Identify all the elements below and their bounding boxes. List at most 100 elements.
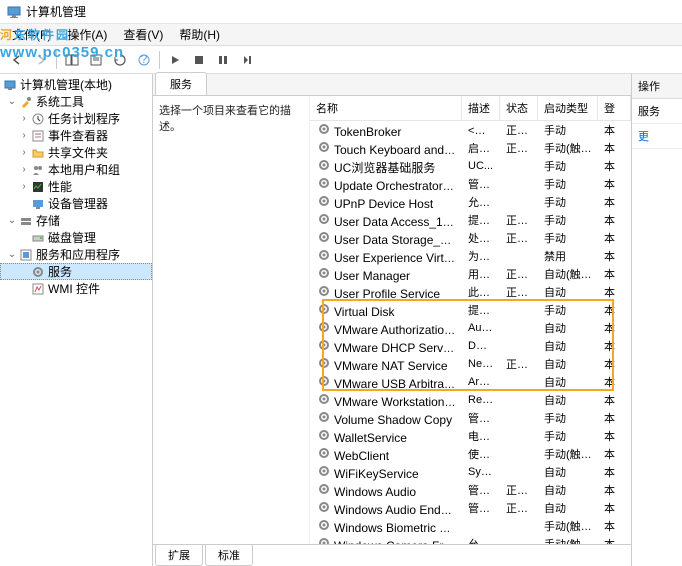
gear-icon [316, 319, 332, 335]
collapse-icon[interactable]: ⌄ [6, 215, 18, 226]
tab-services[interactable]: 服务 [155, 72, 207, 95]
tree-sharedfolders[interactable]: › 共享文件夹 [0, 144, 152, 161]
service-logon: 本 [598, 481, 631, 499]
restart-button[interactable] [236, 49, 258, 71]
tree-localusers[interactable]: › 本地用户和组 [0, 161, 152, 178]
tree-label: 设备管理器 [48, 195, 108, 212]
app-icon [6, 4, 22, 20]
service-row[interactable]: Windows Camera Frame ...允许...手动(触发...本 [310, 535, 631, 544]
service-row[interactable]: VMware NAT ServiceNet...正在...自动本 [310, 355, 631, 373]
service-row[interactable]: User Manager用户...正在...自动(触发...本 [310, 265, 631, 283]
tree-scheduler[interactable]: › 任务计划程序 [0, 110, 152, 127]
service-desc: 允许... [462, 193, 500, 211]
service-row[interactable]: VMware DHCP ServiceDHC...自动本 [310, 337, 631, 355]
service-row[interactable]: User Profile Service此服...正在...自动本 [310, 283, 631, 301]
tab-standard[interactable]: 标准 [205, 545, 253, 566]
expand-icon[interactable]: › [18, 181, 30, 192]
service-logon: 本 [598, 283, 631, 301]
menu-help[interactable]: 帮助(H) [171, 24, 228, 45]
service-row[interactable]: Windows Audio管理...正在...自动本 [310, 481, 631, 499]
service-name: VMware Authorization Se... [334, 323, 462, 337]
tree-root[interactable]: 计算机管理(本地) [0, 76, 152, 93]
service-name: VMware DHCP Service [334, 341, 458, 355]
disk-icon [30, 230, 46, 246]
service-row[interactable]: TokenBroker<读...正在...手动本 [310, 121, 631, 139]
menu-view[interactable]: 查看(V) [115, 24, 171, 45]
collapse-icon[interactable]: ⌄ [6, 249, 18, 260]
refresh-button[interactable] [109, 49, 131, 71]
service-row[interactable]: UC浏览器基础服务UC...手动本 [310, 157, 631, 175]
service-status: 正在... [500, 481, 538, 499]
service-name: VMware NAT Service [334, 359, 448, 373]
service-desc: Net... [462, 357, 500, 371]
tree-performance[interactable]: › 性能 [0, 178, 152, 195]
service-row[interactable]: WebClient使基...手动(触发...本 [310, 445, 631, 463]
tree-services-apps[interactable]: ⌄ 服务和应用程序 [0, 246, 152, 263]
tree-eventviewer[interactable]: › 事件查看器 [0, 127, 152, 144]
tab-extended[interactable]: 扩展 [155, 545, 203, 566]
service-row[interactable]: Virtual Disk提供...手动本 [310, 301, 631, 319]
service-logon: 本 [598, 499, 631, 517]
menu-action[interactable]: 操作(A) [59, 24, 115, 45]
service-row[interactable]: Windows Audio Endpoint...管理...正在...自动本 [310, 499, 631, 517]
services-list[interactable]: 名称 描述 状态 启动类型 登 TokenBroker<读...正在...手动本… [310, 96, 631, 544]
service-startup: 手动(触发... [538, 445, 598, 463]
folder-icon [30, 145, 46, 161]
service-row[interactable]: VMware Authorization Se...Auth...自动本 [310, 319, 631, 337]
tree-systools[interactable]: ⌄ 系统工具 [0, 93, 152, 110]
collapse-icon[interactable]: ⌄ [6, 96, 18, 107]
actions-more[interactable]: 更 [632, 124, 682, 149]
service-logon: 本 [598, 157, 631, 175]
tree-devicemgr[interactable]: 设备管理器 [0, 195, 152, 212]
service-row[interactable]: Windows Biometric Servi...手动(触发...本 [310, 517, 631, 535]
expand-icon[interactable]: › [18, 113, 30, 124]
service-status [500, 255, 538, 257]
tree-services[interactable]: 服务 [0, 263, 152, 280]
properties-button[interactable] [85, 49, 107, 71]
col-desc[interactable]: 描述 [462, 96, 500, 120]
service-row[interactable]: Touch Keyboard and Ha...启用...正在...手动(触发.… [310, 139, 631, 157]
tree-panel[interactable]: 计算机管理(本地) ⌄ 系统工具 › 任务计划程序 › 事件查看器 › 共享文件… [0, 74, 153, 566]
service-row[interactable]: UPnP Device Host允许...手动本 [310, 193, 631, 211]
help-button[interactable]: ? [133, 49, 155, 71]
service-name: Windows Audio [334, 485, 416, 499]
gear-icon [316, 121, 332, 137]
service-desc [462, 525, 500, 527]
service-row[interactable]: User Data Storage_14cae...处理...正在...手动本 [310, 229, 631, 247]
perf-icon [30, 179, 46, 195]
play-button[interactable] [164, 49, 186, 71]
forward-button[interactable] [30, 49, 52, 71]
service-row[interactable]: Update Orchestrator Ser...管理...手动本 [310, 175, 631, 193]
col-status[interactable]: 状态 [500, 96, 538, 120]
col-name[interactable]: 名称 [310, 96, 462, 120]
service-row[interactable]: User Experience Virtualiz...为应...禁用本 [310, 247, 631, 265]
tree-label: 磁盘管理 [48, 229, 96, 246]
service-status [500, 327, 538, 329]
gear-icon [316, 427, 332, 443]
tree-storage[interactable]: ⌄ 存储 [0, 212, 152, 229]
back-button[interactable] [6, 49, 28, 71]
tree-diskmgmt[interactable]: 磁盘管理 [0, 229, 152, 246]
expand-icon[interactable]: › [18, 130, 30, 141]
expand-icon[interactable]: › [18, 164, 30, 175]
service-row[interactable]: VMware Workstation Ser...Rem...自动本 [310, 391, 631, 409]
pause-button[interactable] [212, 49, 234, 71]
service-startup: 自动 [538, 499, 598, 517]
service-row[interactable]: Volume Shadow Copy管理...手动本 [310, 409, 631, 427]
stop-button[interactable] [188, 49, 210, 71]
service-logon: 本 [598, 355, 631, 373]
col-logon[interactable]: 登 [598, 96, 631, 120]
col-startup[interactable]: 启动类型 [538, 96, 598, 120]
show-hide-button[interactable] [61, 49, 83, 71]
expand-icon[interactable]: › [18, 147, 30, 158]
actions-item[interactable]: 服务 [632, 99, 682, 124]
service-row[interactable]: VMware USB Arbitration ...Arbit...自动本 [310, 373, 631, 391]
tree-wmi[interactable]: WMI 控件 [0, 280, 152, 297]
menu-file[interactable]: 文件(F) [4, 24, 59, 45]
service-desc: 此服... [462, 283, 500, 301]
service-row[interactable]: WiFiKeyServiceSyst...自动本 [310, 463, 631, 481]
service-logon: 本 [598, 265, 631, 283]
service-row[interactable]: WalletService电子...手动本 [310, 427, 631, 445]
service-row[interactable]: User Data Access_14caea5提供...正在...手动本 [310, 211, 631, 229]
service-desc: 启用... [462, 139, 500, 157]
